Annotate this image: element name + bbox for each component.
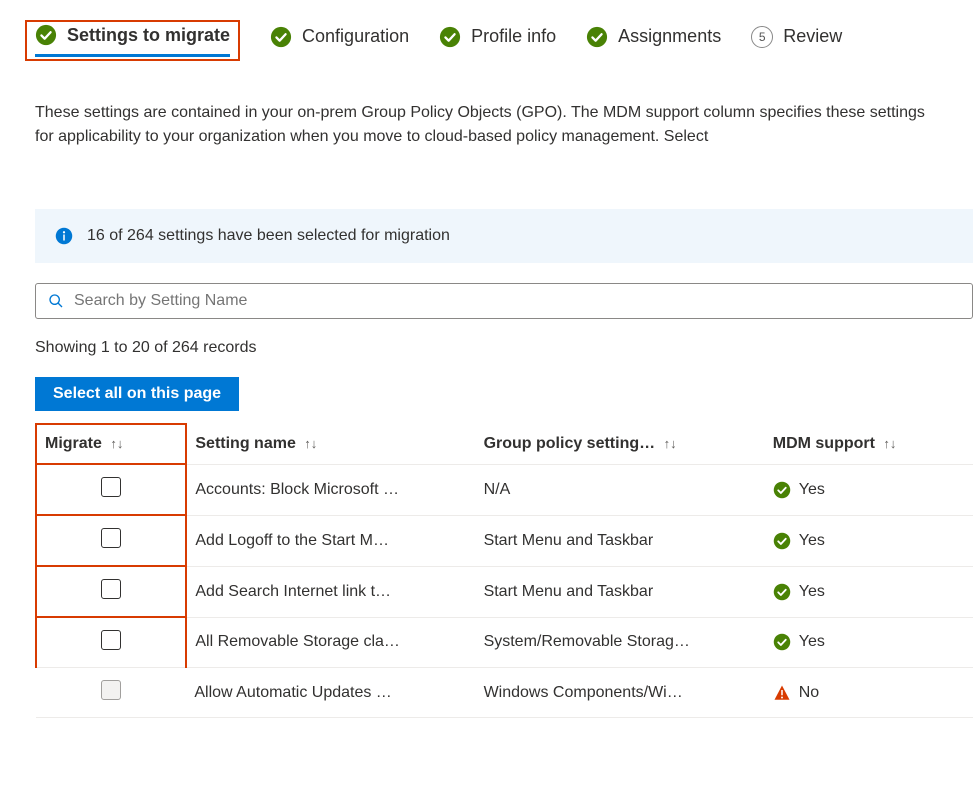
tab-label: Configuration [302, 26, 409, 47]
cell-group-policy: Start Menu and Taskbar [476, 566, 765, 617]
banner-text: 16 of 264 settings have been selected fo… [87, 227, 450, 245]
col-header-mdm-support[interactable]: MDM support ↑↓ [765, 424, 973, 464]
tab-configuration[interactable]: Configuration [270, 26, 409, 56]
description-text: These settings are contained in your on-… [0, 71, 973, 159]
migrate-checkbox[interactable] [101, 630, 121, 650]
cell-mdm-support: Yes [765, 566, 973, 617]
cell-group-policy: N/A [476, 464, 765, 515]
cell-mdm-support: Yes [765, 515, 973, 566]
cell-migrate [36, 668, 186, 718]
check-circle-icon [270, 26, 292, 48]
cell-setting-name: Accounts: Block Microsoft … [186, 464, 475, 515]
mdm-value: No [799, 684, 819, 702]
cell-mdm-support: Yes [765, 617, 973, 668]
migrate-checkbox[interactable] [101, 477, 121, 497]
check-circle-icon [586, 26, 608, 48]
migrate-checkbox[interactable] [101, 579, 121, 599]
check-circle-icon [439, 26, 461, 48]
check-circle-icon [773, 633, 791, 651]
tab-label: Settings to migrate [67, 25, 230, 46]
search-icon [48, 293, 64, 309]
mdm-value: Yes [799, 532, 825, 550]
check-circle-icon [773, 481, 791, 499]
table-row: Accounts: Block Microsoft …N/A Yes [36, 464, 973, 515]
cell-group-policy: Windows Components/Wi… [476, 668, 765, 718]
cell-setting-name: Add Logoff to the Start M… [186, 515, 475, 566]
cell-mdm-support: Yes [765, 464, 973, 515]
step-number-icon: 5 [751, 26, 773, 48]
table-row: All Removable Storage cla…System/Removab… [36, 617, 973, 668]
check-circle-icon [35, 24, 57, 46]
highlight-box-tabs: Settings to migrate [25, 20, 240, 61]
info-icon [55, 227, 73, 245]
migrate-checkbox[interactable] [101, 528, 121, 548]
cell-migrate [36, 566, 186, 617]
tab-settings-to-migrate[interactable]: Settings to migrate [35, 24, 230, 57]
tab-label: Profile info [471, 26, 556, 47]
table-row: Add Logoff to the Start M…Start Menu and… [36, 515, 973, 566]
check-circle-icon [773, 583, 791, 601]
cell-mdm-support: No [765, 668, 973, 718]
settings-table: Migrate ↑↓ Setting name ↑↓ Group policy … [35, 423, 973, 718]
wizard-tabs: Settings to migrate Configuration Profil… [0, 0, 973, 71]
select-all-button[interactable]: Select all on this page [35, 377, 239, 411]
cell-migrate [36, 515, 186, 566]
warning-icon [773, 684, 791, 702]
cell-group-policy: System/Removable Storag… [476, 617, 765, 668]
table-row: Allow Automatic Updates …Windows Compone… [36, 668, 973, 718]
cell-setting-name: Add Search Internet link t… [186, 566, 475, 617]
sort-icon: ↑↓ [110, 436, 123, 451]
tab-review[interactable]: 5 Review [751, 26, 842, 56]
sort-icon: ↑↓ [304, 436, 317, 451]
cell-setting-name: All Removable Storage cla… [186, 617, 475, 668]
cell-migrate [36, 464, 186, 515]
cell-group-policy: Start Menu and Taskbar [476, 515, 765, 566]
sort-icon: ↑↓ [883, 436, 896, 451]
search-box[interactable] [35, 283, 973, 319]
tab-label: Review [783, 26, 842, 47]
tab-label: Assignments [618, 26, 721, 47]
check-circle-icon [773, 532, 791, 550]
cell-migrate [36, 617, 186, 668]
col-header-group-policy[interactable]: Group policy setting… ↑↓ [476, 424, 765, 464]
mdm-value: Yes [799, 481, 825, 499]
table-row: Add Search Internet link t…Start Menu an… [36, 566, 973, 617]
cell-setting-name: Allow Automatic Updates … [186, 668, 475, 718]
info-banner: 16 of 264 settings have been selected fo… [35, 209, 973, 263]
tab-profile-info[interactable]: Profile info [439, 26, 556, 56]
sort-icon: ↑↓ [664, 436, 677, 451]
col-header-migrate[interactable]: Migrate ↑↓ [36, 424, 186, 464]
migrate-checkbox [101, 680, 121, 700]
mdm-value: Yes [799, 583, 825, 601]
search-input[interactable] [74, 292, 960, 310]
records-count: Showing 1 to 20 of 264 records [0, 329, 973, 367]
mdm-value: Yes [799, 633, 825, 651]
tab-assignments[interactable]: Assignments [586, 26, 721, 56]
col-header-setting-name[interactable]: Setting name ↑↓ [186, 424, 475, 464]
